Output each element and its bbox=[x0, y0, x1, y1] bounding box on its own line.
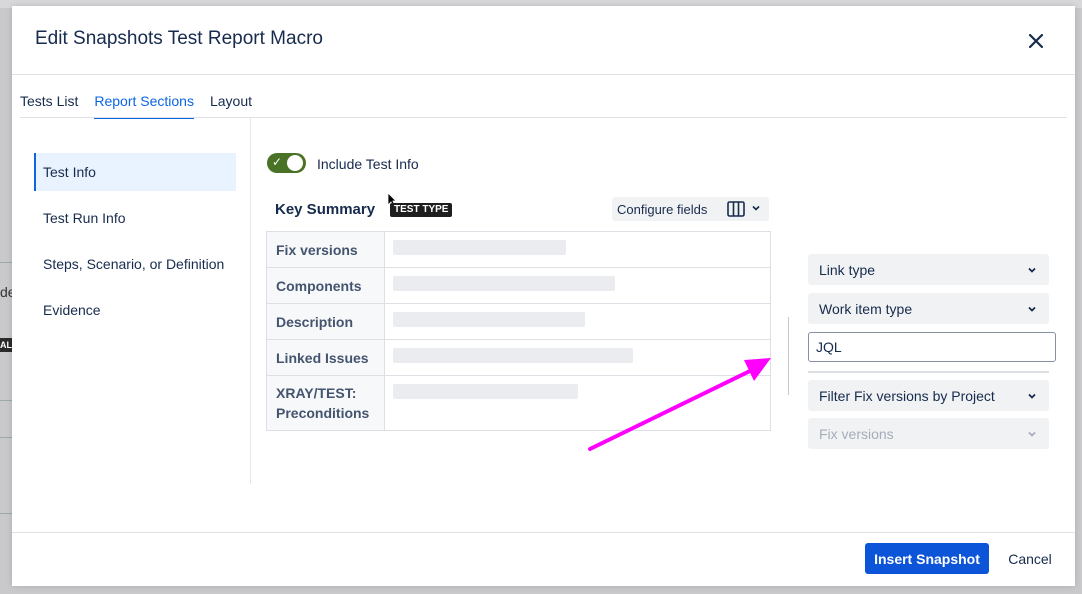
nav-item-test-info[interactable]: Test Info bbox=[34, 153, 236, 191]
edit-macro-dialog: Edit Snapshots Test Report Macro Tests L… bbox=[12, 6, 1075, 586]
chevron-down-icon bbox=[1028, 393, 1036, 399]
field-label: Description bbox=[267, 304, 385, 339]
insert-snapshot-button[interactable]: Insert Snapshot bbox=[865, 543, 989, 574]
field-label: Fix versions bbox=[267, 232, 385, 267]
filter-fix-versions-label: Filter Fix versions by Project bbox=[819, 388, 995, 404]
background-divider bbox=[0, 400, 12, 401]
key-summary-heading: Key Summary bbox=[275, 201, 376, 218]
filter-fix-versions-select[interactable]: Filter Fix versions by Project bbox=[808, 380, 1049, 411]
close-button[interactable] bbox=[1025, 30, 1047, 52]
table-row: Description bbox=[267, 304, 770, 340]
header-divider bbox=[12, 74, 1075, 75]
toggle-label: Include Test Info bbox=[317, 156, 419, 172]
background-divider bbox=[0, 513, 12, 514]
field-value bbox=[385, 232, 770, 267]
tab-bar: Tests List Report Sections Layout bbox=[20, 93, 268, 119]
nav-item-test-run-info[interactable]: Test Run Info bbox=[34, 199, 236, 237]
nav-divider bbox=[250, 118, 251, 484]
skeleton-placeholder bbox=[393, 312, 585, 327]
test-type-badge: TEST TYPE bbox=[390, 203, 453, 217]
tab-tests-list[interactable]: Tests List bbox=[20, 93, 78, 119]
skeleton-placeholder bbox=[393, 276, 615, 291]
field-value bbox=[385, 376, 770, 430]
include-test-info-toggle[interactable]: ✓ bbox=[267, 153, 306, 173]
table-row: XRAY/TEST: Preconditions bbox=[267, 376, 770, 430]
configure-fields-button[interactable]: Configure fields bbox=[612, 197, 769, 221]
chevron-down-icon bbox=[1028, 431, 1036, 437]
fix-versions-select: Fix versions bbox=[808, 418, 1049, 449]
table-row: Linked Issues bbox=[267, 340, 770, 376]
skeleton-placeholder bbox=[393, 384, 578, 399]
close-icon bbox=[1028, 33, 1044, 49]
field-label: Components bbox=[267, 268, 385, 303]
fields-table: Fix versions Components Description Link… bbox=[266, 231, 771, 431]
dialog-title: Edit Snapshots Test Report Macro bbox=[35, 28, 323, 49]
field-value bbox=[385, 340, 770, 375]
chevron-down-icon bbox=[1028, 267, 1036, 273]
fix-versions-label: Fix versions bbox=[819, 426, 894, 442]
field-value bbox=[385, 304, 770, 339]
tab-layout[interactable]: Layout bbox=[210, 93, 252, 119]
section-nav: Test Info Test Run Info Steps, Scenario,… bbox=[34, 153, 236, 337]
table-row: Fix versions bbox=[267, 232, 770, 268]
table-row: Components bbox=[267, 268, 770, 304]
chevron-down-icon bbox=[752, 205, 760, 211]
nav-item-steps-scenario[interactable]: Steps, Scenario, or Definition bbox=[34, 245, 236, 283]
tabs-divider bbox=[20, 117, 1067, 118]
jql-input[interactable] bbox=[808, 332, 1056, 362]
field-label: Linked Issues bbox=[267, 340, 385, 375]
background-badge: AL bbox=[0, 338, 12, 352]
skeleton-placeholder bbox=[393, 348, 633, 363]
jql-divider bbox=[808, 371, 1049, 373]
columns-icon bbox=[727, 201, 745, 217]
background-divider bbox=[0, 262, 12, 263]
footer-divider bbox=[12, 532, 1075, 533]
tab-report-sections[interactable]: Report Sections bbox=[94, 93, 194, 119]
skeleton-placeholder bbox=[393, 240, 566, 255]
link-type-select[interactable]: Link type bbox=[808, 254, 1049, 285]
cancel-button[interactable]: Cancel bbox=[998, 543, 1062, 574]
field-value bbox=[385, 268, 770, 303]
configure-fields-label: Configure fields bbox=[617, 202, 708, 217]
check-icon: ✓ bbox=[272, 155, 283, 169]
work-item-type-label: Work item type bbox=[819, 301, 913, 317]
work-item-type-select[interactable]: Work item type bbox=[808, 293, 1049, 324]
background-divider bbox=[0, 437, 12, 438]
link-type-label: Link type bbox=[819, 262, 876, 278]
toggle-knob bbox=[287, 155, 303, 171]
field-label: XRAY/TEST: Preconditions bbox=[267, 376, 385, 430]
filter-group-divider bbox=[788, 317, 789, 395]
chevron-down-icon bbox=[1028, 306, 1036, 312]
nav-item-evidence[interactable]: Evidence bbox=[34, 291, 236, 329]
